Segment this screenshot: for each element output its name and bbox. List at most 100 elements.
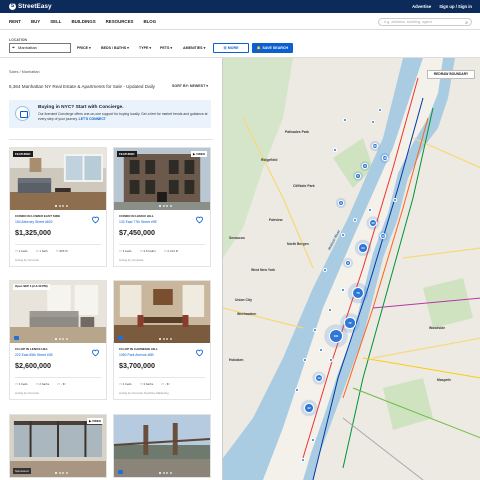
- map-listing-dot[interactable]: [368, 208, 372, 212]
- listing-address[interactable]: 154 Attorney Street #602: [15, 220, 101, 224]
- map-listing-dot[interactable]: [333, 148, 337, 152]
- map-listing-dot[interactable]: [393, 198, 397, 202]
- promo-title: Buying in NYC? Start with Concierge.: [38, 105, 124, 110]
- breadcrumb[interactable]: Sales / Manhattan: [9, 70, 40, 74]
- listing-photo[interactable]: Open SEP 4 (2-4:30 PM): [10, 281, 106, 343]
- save-heart-icon[interactable]: [91, 215, 100, 224]
- photo-dots[interactable]: [159, 205, 172, 207]
- card-divider: [119, 376, 205, 378]
- map-listing-dot[interactable]: [303, 358, 307, 362]
- nav-buildings[interactable]: BUILDINGS: [71, 19, 95, 24]
- listing-address[interactable]: 222 East 65th Street #3E: [15, 353, 101, 357]
- save-search-button[interactable]: 🔔 SAVE SEARCH: [252, 43, 293, 53]
- photo-dots[interactable]: [55, 472, 68, 474]
- map-listing-dot[interactable]: [371, 120, 375, 124]
- redraw-boundary-button[interactable]: REDRAW BOUNDARY: [427, 70, 475, 79]
- map-cluster-marker[interactable]: 72: [344, 317, 356, 329]
- amenities-filter[interactable]: AMENITIES ▾: [183, 46, 205, 50]
- save-heart-icon[interactable]: [91, 348, 100, 357]
- listing-photo[interactable]: FEATURED ▶ VIDEO: [114, 148, 210, 210]
- listing-card[interactable]: FEATURED CONDO IN LOWER EAST SIDE 154 At…: [9, 147, 107, 267]
- listing-photo[interactable]: ▶ VIDEO Sponsored: [10, 415, 106, 477]
- listing-sqft: - ft²: [161, 382, 170, 386]
- concierge-icon: [15, 106, 30, 121]
- listing-photo[interactable]: FEATURED: [10, 148, 106, 210]
- advertise-link[interactable]: Advertise: [412, 4, 431, 9]
- map-cluster-marker[interactable]: 5: [355, 173, 361, 179]
- more-filters-button[interactable]: ☰ MORE: [213, 43, 249, 53]
- video-badge: ▶ VIDEO: [190, 151, 207, 157]
- listing-address[interactable]: 1050 Park Avenue #6B: [119, 353, 205, 357]
- promo-connect-link[interactable]: LET'S CONNECT: [79, 117, 106, 121]
- map-listing-dot[interactable]: [301, 458, 305, 462]
- listing-beds: 2 beds: [15, 249, 28, 253]
- nav-rent[interactable]: RENT: [9, 19, 21, 24]
- pets-filter[interactable]: PETS ▾: [160, 46, 172, 50]
- brand-name: StreetEasy: [18, 3, 52, 10]
- map-cluster-marker[interactable]: 34: [358, 243, 368, 253]
- map-panel[interactable]: REDRAW BOUNDARY Palisades Park Ridgefiel…: [222, 58, 480, 480]
- map-listing-dot[interactable]: [343, 118, 347, 122]
- top-bar: S StreetEasy Advertise Sign up / Sign in: [0, 0, 480, 13]
- filter-bar: LOCATION ⌖ Manhattan PRICE ▾ BEDS / BATH…: [0, 30, 480, 58]
- map-cluster-marker[interactable]: 32: [304, 403, 314, 413]
- listing-photo[interactable]: [114, 281, 210, 343]
- listing-price: $3,700,000: [119, 360, 155, 370]
- search-placeholder: e.g. address, building, agent: [384, 20, 432, 24]
- map-listing-dot[interactable]: [323, 268, 327, 272]
- featured-badge: FEATURED: [13, 151, 33, 157]
- map-listing-dot[interactable]: [341, 288, 345, 292]
- location-input[interactable]: ⌖ Manhattan: [9, 43, 71, 53]
- photo-dots[interactable]: [159, 472, 172, 474]
- listing-baths: 3 baths: [140, 382, 153, 386]
- sort-dropdown[interactable]: SORT BY: NEWEST ▾: [172, 84, 208, 88]
- map-listing-dot[interactable]: [295, 388, 299, 392]
- listing-card[interactable]: FEATURED ▶ VIDEO CONDO IN LENOX HILL 132…: [113, 147, 211, 267]
- listing-address[interactable]: 132 East 77th Street #9E: [119, 220, 205, 224]
- listing-card[interactable]: CO-OP IN CARNEGIE HILL 1050 Park Avenue …: [113, 280, 211, 400]
- nav-buy[interactable]: BUY: [31, 19, 40, 24]
- map-label: Ridgefield: [261, 158, 278, 162]
- nav-blog[interactable]: BLOG: [143, 19, 156, 24]
- listing-sqft: 2,413 ft²: [164, 249, 178, 253]
- price-filter[interactable]: PRICE ▾: [77, 46, 91, 50]
- open-house-badge: Open SEP 4 (2-4:30 PM): [13, 284, 50, 290]
- map-cluster-marker[interactable]: 13: [315, 374, 323, 382]
- sign-in-link[interactable]: Sign up / Sign in: [439, 4, 472, 9]
- listing-facts: 3 beds 3.5 baths 2,413 ft²: [119, 249, 205, 253]
- listing-baths: 3.5 baths: [140, 249, 155, 253]
- map-listing-dot[interactable]: [313, 328, 317, 332]
- map-listing-dot[interactable]: [328, 308, 332, 312]
- map-listing-dot[interactable]: [319, 348, 323, 352]
- map-label: North Bergen: [287, 242, 309, 246]
- building-facade-photo: [114, 148, 210, 210]
- nav-sell[interactable]: SELL: [50, 19, 61, 24]
- listing-photo[interactable]: [114, 415, 210, 477]
- save-heart-icon[interactable]: [195, 215, 204, 224]
- save-heart-icon[interactable]: [195, 348, 204, 357]
- photo-dots[interactable]: [55, 205, 68, 207]
- map-listing-dot[interactable]: [329, 358, 333, 362]
- nav-resources[interactable]: RESOURCES: [106, 19, 134, 24]
- search-input[interactable]: e.g. address, building, agent ⌕: [378, 18, 472, 26]
- map-label: Union City: [235, 298, 252, 302]
- living-room-photo: [10, 148, 106, 210]
- map-cluster-marker[interactable]: 20: [369, 219, 377, 227]
- map-cluster-marker[interactable]: 8: [362, 163, 368, 169]
- streeteasy-logo[interactable]: S StreetEasy: [9, 3, 52, 10]
- photo-dots[interactable]: [159, 338, 172, 340]
- map-listing-dot[interactable]: [353, 218, 357, 222]
- listing-card[interactable]: [113, 414, 211, 478]
- photo-dots[interactable]: [55, 338, 68, 340]
- map-listing-dot[interactable]: [311, 438, 315, 442]
- beds-baths-filter[interactable]: BEDS / BATHS ▾: [101, 46, 129, 50]
- main-nav: RENT BUY SELL BUILDINGS RESOURCES BLOG e…: [0, 13, 480, 30]
- map-listing-dot[interactable]: [341, 233, 345, 237]
- listing-card[interactable]: ▶ VIDEO Sponsored: [9, 414, 107, 478]
- listing-type: CONDO IN LOWER EAST SIDE: [15, 214, 61, 218]
- search-icon[interactable]: ⌕: [465, 20, 468, 26]
- map-label: Hoboken: [229, 358, 244, 362]
- type-filter[interactable]: TYPE ▾: [139, 46, 151, 50]
- listing-card[interactable]: Open SEP 4 (2-4:30 PM) CO-OP IN LENOX HI…: [9, 280, 107, 400]
- map-listing-dot[interactable]: [378, 108, 382, 112]
